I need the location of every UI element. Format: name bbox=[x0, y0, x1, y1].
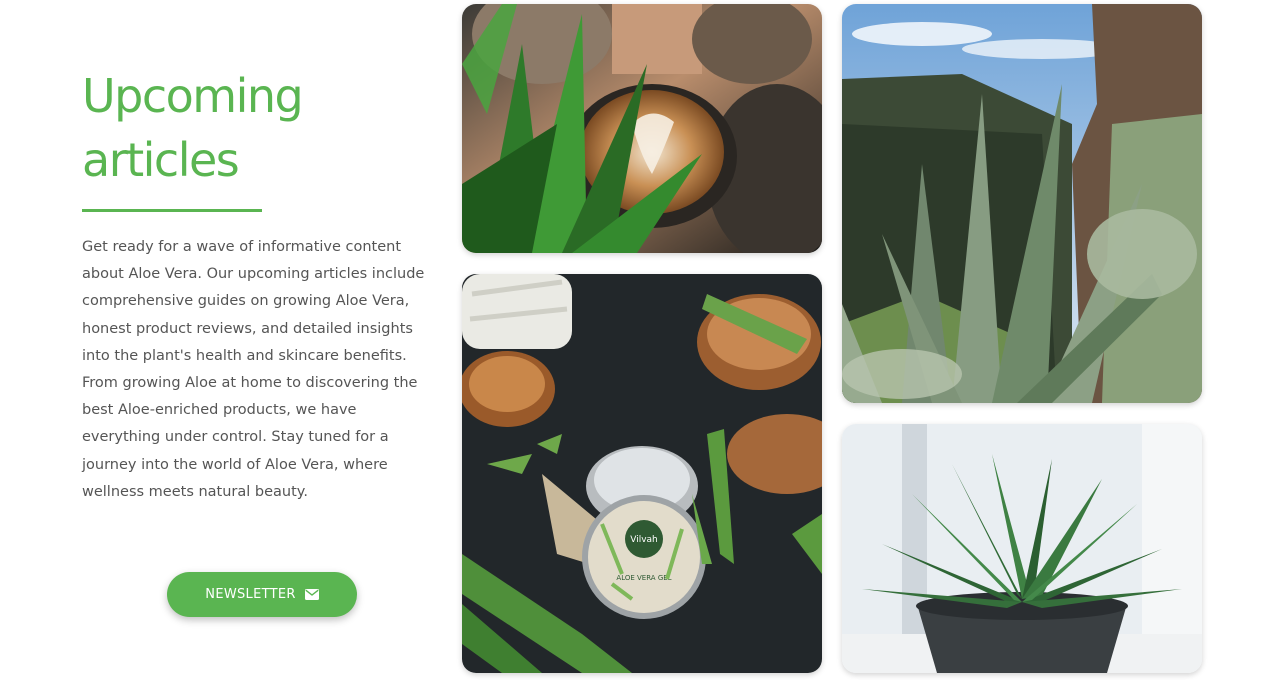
newsletter-button[interactable]: NEWSLETTER bbox=[167, 572, 357, 617]
jar-brand-label: Vilvah bbox=[630, 535, 658, 545]
newsletter-button-label: NEWSLETTER bbox=[205, 587, 296, 602]
gallery-image-potted-aloe bbox=[842, 424, 1202, 673]
title-divider bbox=[82, 209, 262, 212]
title-line-2: articles bbox=[82, 133, 240, 187]
gallery-image-aloe-coffee bbox=[462, 4, 822, 253]
jar-product-label: ALOE VERA GEL bbox=[616, 574, 671, 582]
section-description: Get ready for a wave of informative cont… bbox=[82, 239, 425, 500]
gallery-image-aloe-gel-jar: Vilvah ALOE VERA GEL bbox=[462, 274, 822, 673]
title-line-1: Upcoming bbox=[82, 69, 304, 123]
section-title: Upcoming articles bbox=[82, 64, 304, 192]
envelope-icon bbox=[304, 589, 319, 600]
gallery-image-agave-cliff bbox=[842, 4, 1202, 403]
